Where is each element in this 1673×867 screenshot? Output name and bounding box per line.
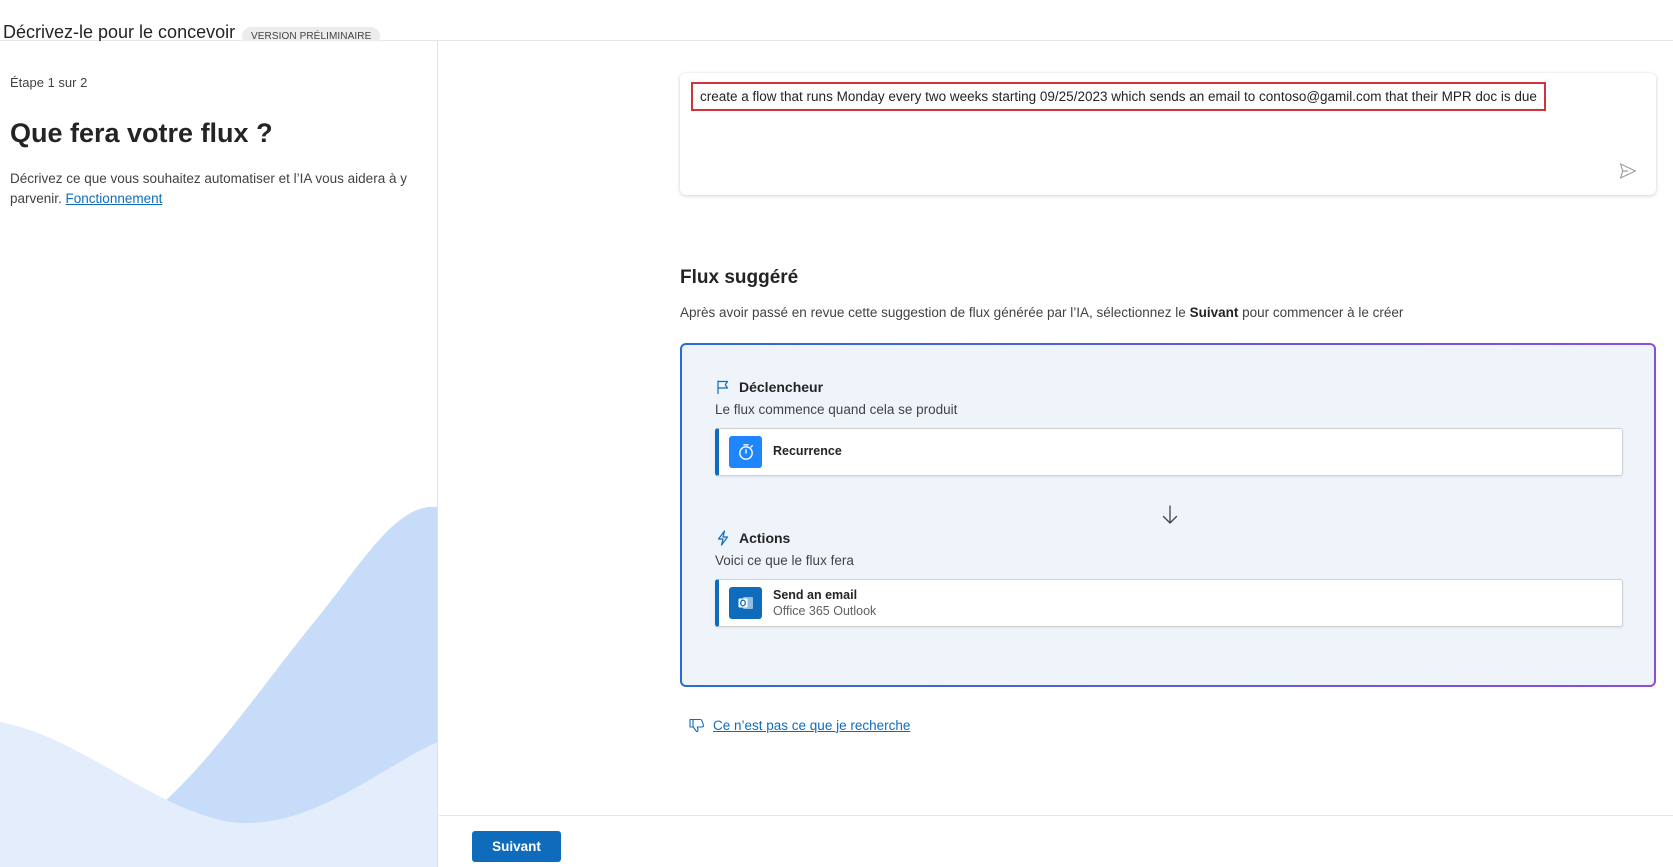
suggested-flow-title: Flux suggéré — [680, 267, 799, 288]
prompt-input[interactable]: create a flow that runs Monday every two… — [691, 82, 1546, 111]
actions-section-label: Actions — [715, 530, 790, 546]
trigger-section-label: Déclencheur — [715, 379, 823, 395]
footer-bar: Suivant — [439, 815, 1673, 867]
send-icon[interactable] — [1618, 161, 1638, 181]
outlook-icon — [729, 587, 762, 619]
feedback-link-label[interactable]: Ce n’est pas ce que je recherche — [713, 718, 910, 733]
description-part: Après avoir passé en revue cette suggest… — [680, 305, 1190, 320]
left-heading: Que fera votre flux ? — [10, 118, 273, 148]
trigger-card-name: Recurrence — [773, 444, 842, 458]
lightning-icon — [717, 530, 729, 546]
left-description: Décrivez ce que vous souhaitez automatis… — [10, 169, 410, 209]
arrow-down-icon — [1162, 505, 1178, 524]
not-what-i-want-link[interactable]: Ce n’est pas ce que je recherche — [688, 716, 910, 734]
flag-icon — [717, 380, 729, 394]
trigger-label: Déclencheur — [739, 379, 824, 395]
action-card-name: Send an email — [773, 588, 858, 602]
timer-icon — [729, 436, 762, 468]
next-button[interactable]: Suivant — [472, 831, 561, 862]
top-bar: Décrivez-le pour le concevoir VERSION PR… — [0, 0, 1673, 46]
trigger-card-recurrence[interactable]: Recurrence — [715, 428, 1623, 476]
decorative-waves — [0, 507, 437, 867]
left-panel: Étape 1 sur 2 Que fera votre flux ? Décr… — [0, 41, 438, 867]
suggested-flow-description: Après avoir passé en revue cette suggest… — [680, 305, 1403, 320]
prompt-card[interactable]: create a flow that runs Monday every two… — [680, 73, 1656, 195]
description-bold: Suivant — [1189, 305, 1239, 320]
description-part: pour commencer à le créer — [1238, 305, 1404, 320]
step-indicator: Étape 1 sur 2 — [10, 75, 88, 90]
actions-subtitle: Voici ce que le flux fera — [715, 553, 854, 568]
action-card-connector: Office 365 Outlook — [773, 604, 877, 618]
how-it-works-link[interactable]: Fonctionnement — [66, 191, 163, 206]
page-title: Décrivez-le pour le concevoir — [3, 22, 236, 42]
actions-label: Actions — [739, 530, 791, 546]
suggested-flow-box: Déclencheur Le flux commence quand cela … — [680, 343, 1656, 687]
trigger-subtitle: Le flux commence quand cela se produit — [715, 402, 958, 417]
thumbs-down-icon — [689, 718, 705, 733]
action-card-send-email[interactable]: Send an email Office 365 Outlook — [715, 579, 1623, 627]
